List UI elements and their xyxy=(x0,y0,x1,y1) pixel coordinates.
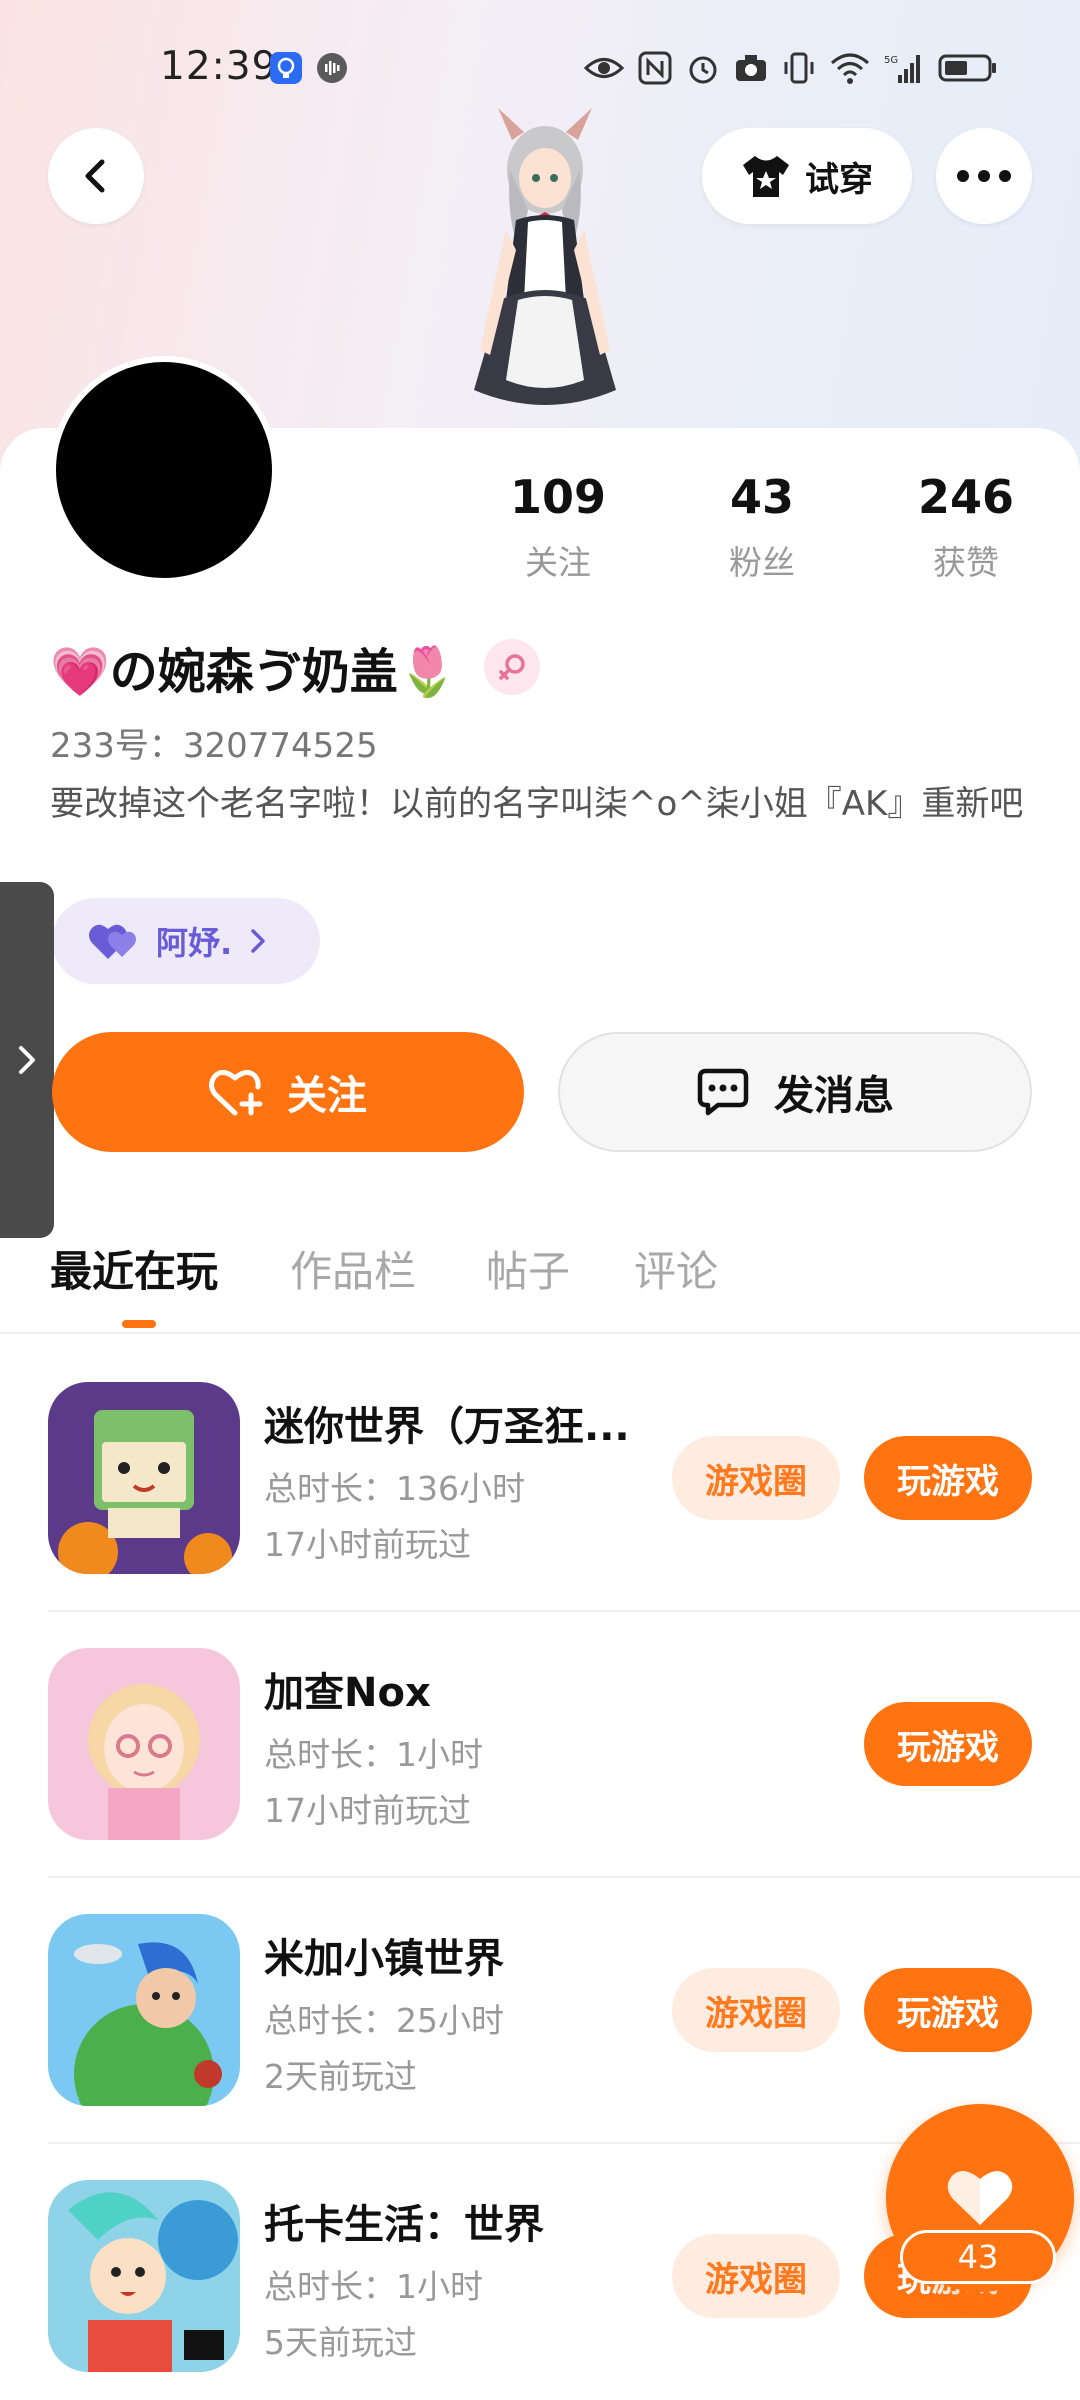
tryon-label: 试穿 xyxy=(805,159,873,200)
follow-label: 关注 xyxy=(287,1073,367,1119)
more-button[interactable] xyxy=(936,128,1032,224)
game-duration: 总时长：1小时 xyxy=(264,2267,483,2306)
chevron-right-icon xyxy=(19,1046,35,1074)
alarm-icon xyxy=(689,56,717,84)
row-divider xyxy=(48,1610,1080,1612)
game-last-played: 5天前玩过 xyxy=(264,2323,417,2362)
game-circle-button[interactable]: 游戏圈 xyxy=(672,1968,840,2052)
profile-name-row: 💗の婉森ゔ奶盖🌷 xyxy=(50,632,540,702)
status-icons: 5G xyxy=(584,48,998,88)
play-game-button[interactable]: 玩游戏 xyxy=(864,1436,1032,1520)
user-id: 233号：320774525 xyxy=(50,726,378,766)
game-last-played: 17小时前玩过 xyxy=(264,1525,471,1564)
bulb-icon xyxy=(270,52,302,84)
row-divider xyxy=(48,1876,1080,1878)
game-icon-miga-town xyxy=(48,1914,240,2106)
tab-comments[interactable]: 评论 xyxy=(634,1238,718,1299)
like-count-badge: 43 xyxy=(900,2230,1056,2284)
heart-plus-icon xyxy=(209,1070,263,1116)
tryon-button[interactable]: 试穿 xyxy=(702,128,912,224)
stat-likes-label: 获赞 xyxy=(933,543,999,582)
game-last-played: 17小时前玩过 xyxy=(264,1791,471,1830)
follow-button[interactable]: 关注 xyxy=(52,1032,524,1152)
wifi-icon xyxy=(831,53,869,84)
chevron-left-icon xyxy=(85,159,105,193)
status-bar: 12:39 5G xyxy=(0,0,1080,135)
tab-works[interactable]: 作品栏 xyxy=(290,1238,416,1299)
game-icon-toca-life xyxy=(48,2180,240,2372)
game-title: 迷你世界（万圣狂... xyxy=(264,1404,630,1450)
tabs-divider xyxy=(0,1332,1080,1334)
heart-icon xyxy=(89,924,136,959)
tab-recent-games[interactable]: 最近在玩 xyxy=(50,1238,218,1299)
more-dots-icon xyxy=(957,170,1011,182)
stat-likes-value: 246 xyxy=(917,470,1015,524)
game-duration: 总时长：25小时 xyxy=(264,2001,504,2040)
game-last-played: 2天前玩过 xyxy=(264,2057,417,2096)
character-illustration xyxy=(474,108,616,405)
profile-bio: 要改掉这个老名字啦！以前的名字叫柒^o^柒小姐『AK』重新吧 xyxy=(50,784,1024,824)
status-time: 12:39 xyxy=(160,44,278,89)
game-row[interactable]: 迷你世界（万圣狂... 总时长：136小时 17小时前玩过 游戏圈 玩游戏 xyxy=(0,1382,1080,1648)
game-icon-mini-world xyxy=(48,1382,240,1574)
game-circle-button[interactable]: 游戏圈 xyxy=(672,1436,840,1520)
companion-tag-label: 阿妤. xyxy=(156,924,233,962)
play-game-button[interactable]: 玩游戏 xyxy=(864,1968,1032,2052)
stat-fans-value: 43 xyxy=(729,470,794,524)
game-duration: 总时长：1小时 xyxy=(264,1735,483,1774)
game-duration: 总时长：136小时 xyxy=(264,1469,525,1508)
chat-bubble-icon xyxy=(697,1068,749,1116)
stat-following-label: 关注 xyxy=(525,543,591,582)
vibrate-icon xyxy=(784,52,814,84)
game-icon-gacha-nox xyxy=(48,1648,240,1840)
message-label: 发消息 xyxy=(774,1073,894,1119)
svg-text:5G: 5G xyxy=(884,55,898,66)
sound-wave-icon xyxy=(317,53,347,83)
heart-icon xyxy=(947,2171,1013,2225)
game-circle-button[interactable]: 游戏圈 xyxy=(672,2234,840,2318)
eye-icon xyxy=(584,58,624,78)
profile-name: 💗の婉森ゔ奶盖🌷 xyxy=(50,644,458,700)
nfc-icon xyxy=(638,51,672,85)
chevron-right-icon xyxy=(251,929,265,953)
avatar[interactable] xyxy=(50,356,278,584)
tshirt-icon xyxy=(743,156,789,197)
game-title: 米加小镇世界 xyxy=(264,1936,504,1982)
game-title: 托卡生活：世界 xyxy=(264,2202,544,2248)
game-row[interactable]: 加查Nox 总时长：1小时 17小时前玩过 玩游戏 xyxy=(0,1648,1080,1914)
stat-fans-label: 粉丝 xyxy=(729,543,795,582)
camera-icon xyxy=(736,55,766,81)
stat-following-value: 109 xyxy=(509,470,607,524)
side-drawer-handle[interactable] xyxy=(0,882,54,1238)
active-tab-indicator xyxy=(122,1320,156,1328)
signal-5g-icon: 5G xyxy=(884,55,920,83)
back-button[interactable] xyxy=(48,128,144,224)
message-button[interactable]: 发消息 xyxy=(558,1032,1032,1152)
game-title: 加查Nox xyxy=(264,1670,431,1716)
play-game-button[interactable]: 玩游戏 xyxy=(864,1702,1032,1786)
female-icon xyxy=(483,639,540,695)
tab-posts[interactable]: 帖子 xyxy=(486,1238,570,1299)
companion-tag[interactable]: 阿妤. xyxy=(52,898,320,984)
battery-icon xyxy=(938,54,996,82)
